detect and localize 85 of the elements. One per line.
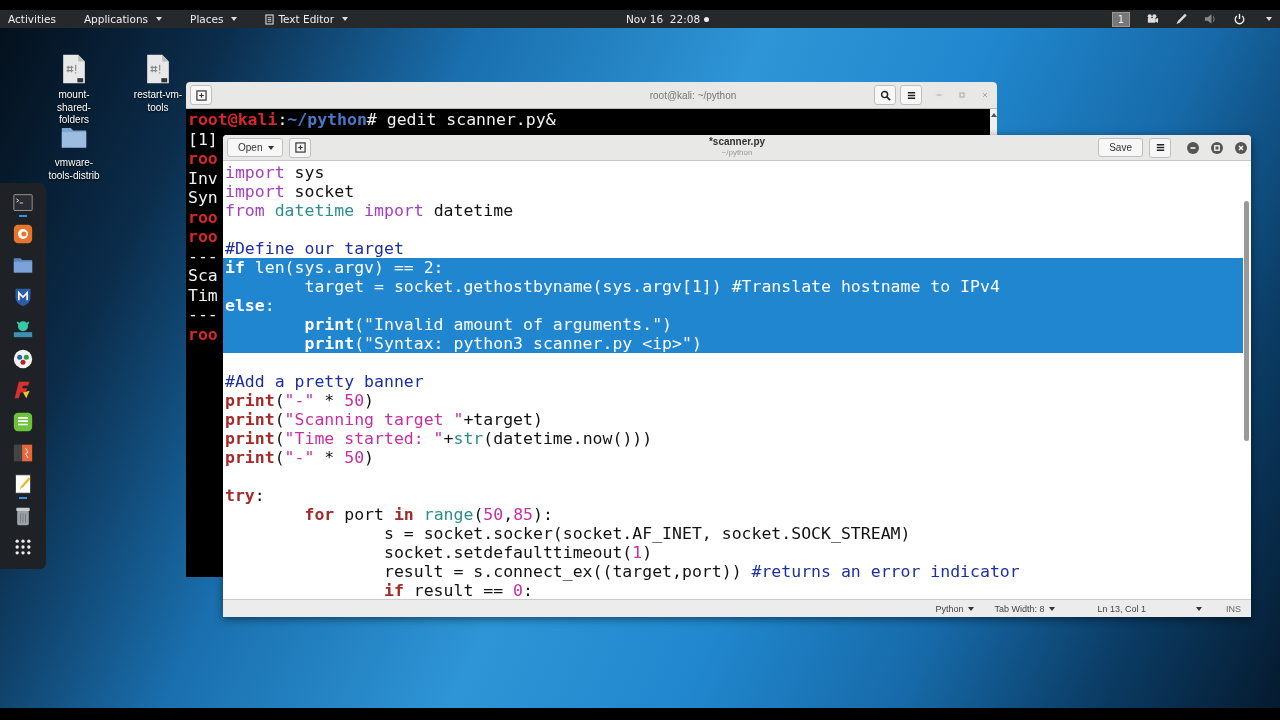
top-bar-menu[interactable]: Applications (83, 13, 175, 25)
shield-icon[interactable] (13, 286, 33, 307)
code-line: socket.setdefaulttimeout(1) (382, 543, 653, 562)
new-tab-button[interactable] (289, 137, 312, 158)
power-icon[interactable] (1233, 13, 1246, 25)
code-line: if result == 0: (382, 581, 533, 599)
terminal-line: --- (188, 305, 218, 324)
minimize-icon[interactable] (1187, 141, 1199, 154)
add-tab-icon (195, 89, 207, 101)
code-line: result = s.connect_ex((target,port)) #returns an error indicator (382, 562, 1020, 581)
terminal-line: roo (188, 149, 218, 168)
code-line: s = socket.socker(socket.AF_INET, socket.SOCK_STREAM) (382, 524, 911, 543)
terminal-line: root@kali:~/python# gedit scanner.py& (188, 110, 556, 129)
terminal-line: roo (188, 324, 218, 344)
code-line: import socket (225, 182, 355, 201)
cursor-position[interactable]: Ln 13, Col 1 (1097, 603, 1146, 614)
window-subtitle: ~/python (721, 148, 753, 158)
terminal-icon[interactable] (13, 192, 33, 213)
video-camera-icon[interactable] (1146, 13, 1159, 25)
close-icon[interactable] (1235, 141, 1247, 154)
desktop-icon-label[interactable]: mount-shared-folders (44, 89, 104, 127)
notification-dot (704, 16, 710, 22)
code-line: if len(sys.argv) == 2: (225, 258, 444, 277)
language-selector[interactable]: Python (935, 603, 975, 614)
add-tab-icon (294, 142, 306, 153)
window-title: *scanner.py (708, 136, 766, 148)
menu-icon (1154, 142, 1166, 153)
code-line: target = socket.gethostbyname(sys.argv[1]) #Translate hostname to IPv4 (303, 277, 1000, 296)
terminal-line: roo (188, 227, 218, 246)
scrollbar[interactable] (990, 109, 997, 135)
save-button[interactable]: Save (1098, 138, 1143, 157)
notes-icon[interactable] (13, 411, 33, 432)
caret-icon[interactable] (1196, 606, 1202, 611)
menu-icon (905, 89, 917, 101)
terminal-line: [1] (188, 129, 218, 149)
code-line: for port in range(50,85): (303, 505, 553, 524)
code-line: import sys (225, 163, 325, 182)
terminal-line: roo (188, 207, 218, 227)
terminal-line: --- (188, 246, 218, 266)
code-line: from datetime import datetime (225, 201, 514, 220)
caret-icon (231, 17, 238, 21)
caret-icon (342, 17, 349, 21)
top-bar-menu[interactable]: Text Editor (265, 13, 361, 25)
new-tab-button[interactable] (190, 85, 212, 105)
code-line: #Define our target (225, 239, 404, 258)
browser-icon[interactable] (13, 223, 33, 244)
tab-width-selector[interactable]: Tab Width: 8 (994, 603, 1056, 614)
search-icon (879, 89, 891, 101)
terminal-line: Sca (188, 266, 218, 285)
top-bar-menu[interactable]: Places (190, 13, 250, 25)
desktop-icon-label[interactable]: vmware-tools-distrib (44, 157, 104, 182)
editor-icon[interactable] (13, 474, 33, 495)
terminal-line: Syn (188, 188, 218, 207)
menu-button[interactable] (1149, 137, 1171, 158)
code-line: try: (225, 486, 265, 505)
code-line: print("Scanning target "+target) (225, 410, 543, 429)
script-file-icon[interactable] (61, 54, 87, 84)
desktop-icon-label[interactable]: restart-vm-tools (128, 89, 188, 114)
activities-button[interactable]: Activities (8, 13, 68, 25)
text-editor-icon (265, 13, 275, 25)
code-line: print("-" * 50) (225, 391, 375, 410)
search-button[interactable] (874, 85, 896, 105)
scrollbar[interactable] (1244, 201, 1249, 441)
code-line: print("Syntax: python3 scanner.py <ip>") (303, 334, 702, 353)
open-button[interactable]: Open (227, 138, 284, 157)
code-line: print("Time started: "+str(datetime.now())) (225, 429, 653, 448)
menu-button[interactable] (900, 85, 922, 105)
trash-icon[interactable] (13, 505, 33, 526)
code-line: print("-" * 50) (225, 448, 375, 467)
workspace-indicator[interactable]: 1 (1111, 11, 1130, 27)
maximize-icon[interactable] (1211, 141, 1223, 154)
volume-icon[interactable] (1204, 13, 1217, 25)
code-line: print("Invalid amount of arguments.") (303, 315, 673, 334)
caret-icon (156, 17, 163, 21)
script-file-icon[interactable] (145, 54, 171, 84)
window-title: root@kali: ~/python (648, 89, 738, 101)
files-icon[interactable] (13, 255, 33, 276)
terminal-line: Inv (188, 168, 218, 188)
clock[interactable]: Nov 16 22:08 (626, 13, 705, 25)
code-line: #Add a pretty banner (225, 372, 424, 391)
dots-icon[interactable] (13, 349, 33, 370)
insert-mode: INS (1226, 603, 1241, 614)
terminal-line: Tim (188, 285, 218, 305)
code-line: else: (225, 296, 275, 315)
pen-icon[interactable] (1175, 13, 1188, 25)
